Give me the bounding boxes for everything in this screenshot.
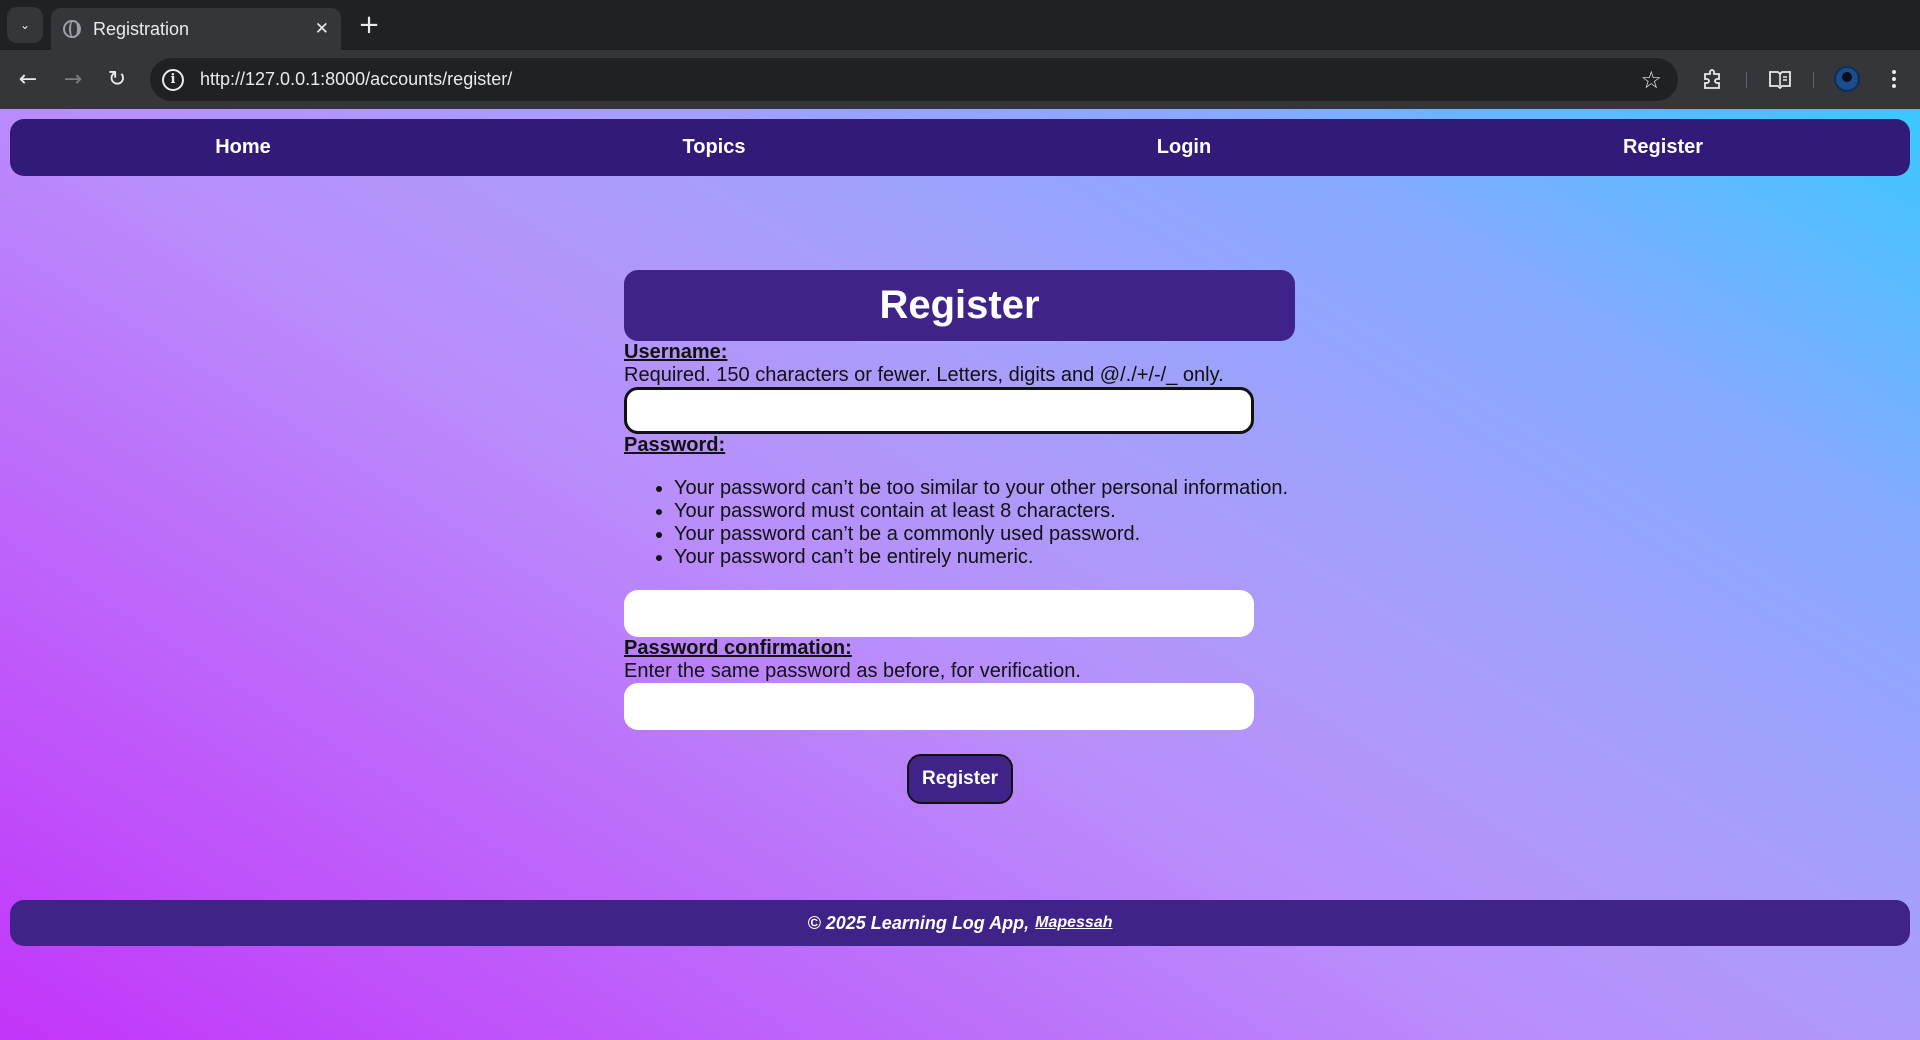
bookmark-star-icon[interactable]: ☆ xyxy=(1640,66,1662,94)
password-label: Password: xyxy=(624,434,726,456)
password-rule: Your password can’t be a commonly used p… xyxy=(674,523,1288,546)
browser-toolbar: ← → ↻ i http://127.0.0.1:8000/accounts/r… xyxy=(0,50,1920,109)
page-title: Register xyxy=(624,270,1295,341)
password-input[interactable] xyxy=(624,590,1254,637)
nav-link-home[interactable]: Home xyxy=(215,119,271,176)
register-submit-button[interactable]: Register xyxy=(907,754,1013,804)
username-input[interactable] xyxy=(624,387,1254,434)
password-rule: Your password can’t be too similar to yo… xyxy=(674,477,1288,500)
footer-copyright: © 2025 Learning Log App, xyxy=(807,912,1030,933)
url-text[interactable]: http://127.0.0.1:8000/accounts/register/ xyxy=(200,69,1640,90)
tab-search-icon[interactable]: ⌄ xyxy=(7,7,43,43)
nav-link-register[interactable]: Register xyxy=(1623,119,1703,176)
password-confirmation-label: Password confirmation: xyxy=(624,637,852,659)
browser-tab[interactable]: Registration ✕ xyxy=(51,8,341,50)
browser-tabstrip: ⌄ Registration ✕ + xyxy=(0,0,1920,50)
reading-mode-icon[interactable] xyxy=(1762,61,1798,97)
new-tab-button[interactable]: + xyxy=(352,9,386,41)
toolbar-divider xyxy=(1813,72,1814,88)
nav-link-topics[interactable]: Topics xyxy=(683,119,746,176)
extensions-icon[interactable] xyxy=(1694,61,1730,97)
page-viewport: Home Topics Login Register Register User… xyxy=(0,109,1920,1040)
profile-avatar[interactable] xyxy=(1834,66,1860,92)
reload-button[interactable]: ↻ xyxy=(99,61,135,97)
site-navbar: Home Topics Login Register xyxy=(10,119,1910,176)
close-tab-icon[interactable]: ✕ xyxy=(315,19,329,39)
globe-icon xyxy=(63,20,81,38)
password-rule: Your password can’t be entirely numeric. xyxy=(674,546,1288,569)
address-bar[interactable]: i http://127.0.0.1:8000/accounts/registe… xyxy=(150,58,1678,101)
forward-button[interactable]: → xyxy=(55,61,91,97)
password-confirmation-input[interactable] xyxy=(624,683,1254,730)
menu-kebab-icon[interactable] xyxy=(1876,61,1912,97)
toolbar-divider xyxy=(1746,72,1747,88)
password-confirmation-help: Enter the same password as before, for v… xyxy=(624,660,1081,682)
site-info-icon[interactable]: i xyxy=(162,68,184,91)
footer-author-link[interactable]: Mapessah xyxy=(1035,914,1112,932)
back-button[interactable]: ← xyxy=(10,61,46,97)
nav-link-login[interactable]: Login xyxy=(1157,119,1211,176)
site-footer: © 2025 Learning Log App, Mapessah xyxy=(10,900,1910,946)
password-rule: Your password must contain at least 8 ch… xyxy=(674,500,1288,523)
username-help: Required. 150 characters or fewer. Lette… xyxy=(624,364,1224,386)
tab-title: Registration xyxy=(93,18,190,39)
password-rules-list: Your password can’t be too similar to yo… xyxy=(674,477,1288,569)
username-label: Username: xyxy=(624,341,728,363)
